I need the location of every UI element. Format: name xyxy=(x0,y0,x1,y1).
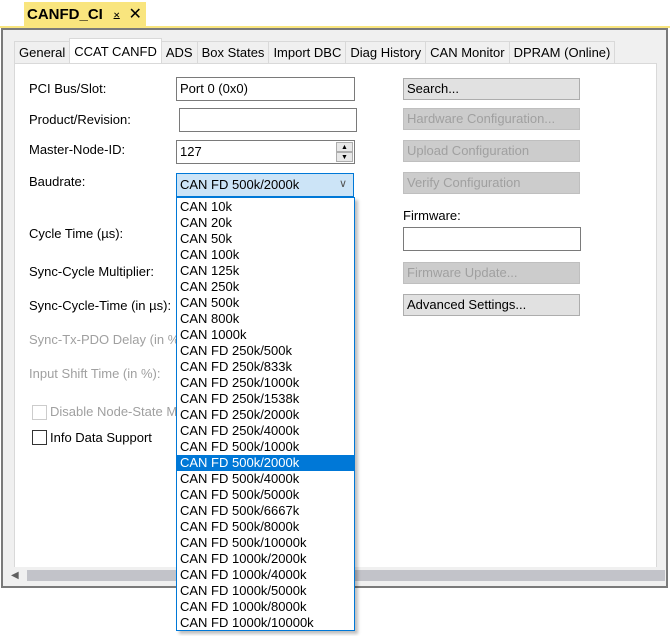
baudrate-value: CAN FD 500k/2000k xyxy=(180,177,300,192)
spin-up-icon[interactable]: ▲ xyxy=(336,142,353,152)
master-node-id-stepper[interactable]: 127 ▲ ▼ xyxy=(176,140,355,164)
document-tab[interactable]: CANFD_CI ⨱ ✕ xyxy=(24,2,146,26)
dropdown-option[interactable]: CAN FD 500k/6667k xyxy=(177,503,354,519)
dropdown-option[interactable]: CAN FD 500k/1000k xyxy=(177,439,354,455)
dropdown-option[interactable]: CAN FD 500k/4000k xyxy=(177,471,354,487)
dropdown-option[interactable]: CAN 800k xyxy=(177,311,354,327)
dropdown-option[interactable]: CAN FD 1000k/4000k xyxy=(177,567,354,583)
master-node-id-label: Master-Node-ID: xyxy=(29,142,126,157)
tab-ads[interactable]: ADS xyxy=(160,41,198,63)
firmware-label: Firmware: xyxy=(403,208,461,223)
scroll-left-icon[interactable]: ◀ xyxy=(11,570,19,581)
dropdown-option[interactable]: CAN 250k xyxy=(177,279,354,295)
tab-dpram-online[interactable]: DPRAM (Online) xyxy=(508,41,616,63)
tab-ccat-canfd[interactable]: CCAT CANFD xyxy=(69,38,162,63)
tab-diag-history[interactable]: Diag History xyxy=(345,41,427,63)
dropdown-option[interactable]: CAN FD 250k/1538k xyxy=(177,391,354,407)
info-data-support-checkbox[interactable] xyxy=(32,430,47,445)
dropdown-option[interactable]: CAN 100k xyxy=(177,247,354,263)
product-revision-label: Product/Revision: xyxy=(29,112,131,127)
dropdown-option[interactable]: CAN FD 500k/8000k xyxy=(177,519,354,535)
tab-general[interactable]: General xyxy=(14,41,71,63)
upload-configuration-button[interactable]: Upload Configuration xyxy=(403,140,580,162)
product-revision-field[interactable] xyxy=(179,108,357,132)
tab-box-states[interactable]: Box States xyxy=(196,41,270,63)
advanced-settings-button[interactable]: Advanced Settings... xyxy=(403,294,580,316)
tab-strip: General CCAT CANFD ADS Box States Import… xyxy=(14,38,616,63)
baudrate-dropdown-list: CAN 10k CAN 20k CAN 50k CAN 100k CAN 125k CAN… xyxy=(176,197,355,631)
firmware-field[interactable] xyxy=(403,227,581,251)
dropdown-option[interactable]: CAN 10k xyxy=(177,199,354,215)
dropdown-option[interactable]: CAN 1000k xyxy=(177,327,354,343)
master-node-id-value: 127 xyxy=(180,144,202,159)
disable-node-state-checkbox[interactable] xyxy=(32,405,47,420)
pci-bus-slot-field[interactable]: Port 0 (0x0) xyxy=(176,77,355,101)
spin-down-icon[interactable]: ▼ xyxy=(336,152,353,162)
dropdown-option[interactable]: CAN FD 250k/833k xyxy=(177,359,354,375)
dropdown-option[interactable]: CAN 20k xyxy=(177,215,354,231)
hardware-configuration-button[interactable]: Hardware Configuration... xyxy=(403,108,580,130)
close-icon[interactable]: ✕ xyxy=(128,4,141,24)
dropdown-option[interactable]: CAN FD 250k/4000k xyxy=(177,423,354,439)
dropdown-option[interactable]: CAN FD 1000k/8000k xyxy=(177,599,354,615)
dropdown-option[interactable]: CAN FD 250k/1000k xyxy=(177,375,354,391)
dropdown-option[interactable]: CAN 50k xyxy=(177,231,354,247)
baudrate-select[interactable]: CAN FD 500k/2000k ∨ xyxy=(176,173,354,197)
dropdown-option[interactable]: CAN FD 1000k/2000k xyxy=(177,551,354,567)
dropdown-option[interactable]: CAN FD 500k/10000k xyxy=(177,535,354,551)
dropdown-option[interactable]: CAN FD 1000k/10000k xyxy=(177,615,354,631)
verify-configuration-button[interactable]: Verify Configuration xyxy=(403,172,580,194)
chevron-down-icon[interactable]: ∨ xyxy=(339,177,347,190)
sync-cycle-time-label: Sync-Cycle-Time (in µs): xyxy=(29,298,172,313)
dropdown-option[interactable]: CAN FD 500k/5000k xyxy=(177,487,354,503)
pci-bus-slot-label: PCI Bus/Slot: xyxy=(29,81,107,96)
tab-can-monitor[interactable]: CAN Monitor xyxy=(425,41,510,63)
sync-tx-pdo-delay-label: Sync-Tx-PDO Delay (in %): xyxy=(29,332,188,347)
dropdown-option[interactable]: CAN FD 1000k/5000k xyxy=(177,583,354,599)
firmware-update-button[interactable]: Firmware Update... xyxy=(403,262,580,284)
cycle-time-label: Cycle Time (µs): xyxy=(29,226,124,241)
sync-cycle-multiplier-label: Sync-Cycle Multiplier: xyxy=(29,264,154,279)
dropdown-option-selected[interactable]: CAN FD 500k/2000k xyxy=(177,455,354,471)
document-title: CANFD_CI xyxy=(27,5,103,23)
search-button[interactable]: Search... xyxy=(403,78,580,100)
baudrate-label: Baudrate: xyxy=(29,174,86,189)
dropdown-option[interactable]: CAN FD 250k/500k xyxy=(177,343,354,359)
dropdown-option[interactable]: CAN 500k xyxy=(177,295,354,311)
dropdown-option[interactable]: CAN FD 250k/2000k xyxy=(177,407,354,423)
input-shift-time-label: Input Shift Time (in %): xyxy=(29,366,161,381)
pin-icon[interactable]: ⨱ xyxy=(113,6,121,22)
tab-import-dbc[interactable]: Import DBC xyxy=(268,41,347,63)
dropdown-option[interactable]: CAN 125k xyxy=(177,263,354,279)
info-data-support-label: Info Data Support xyxy=(50,430,152,445)
